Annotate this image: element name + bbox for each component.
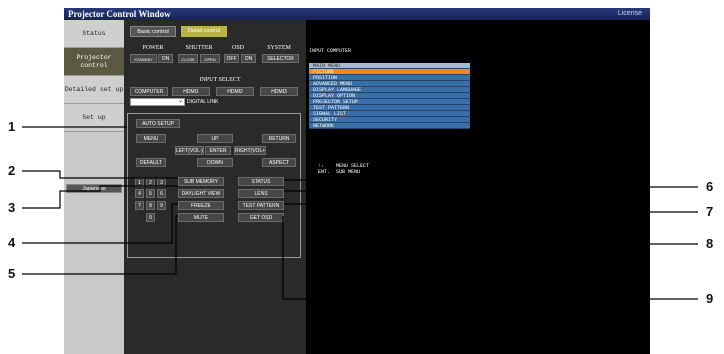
leader-9 [282,216,698,300]
callout-2: 2 [8,163,16,178]
callout-6: 6 [706,179,714,194]
leader-8 [284,203,698,245]
callout-7: 7 [706,204,714,219]
leader-2 [22,170,178,179]
leader-3 [22,185,178,209]
callout-3: 3 [8,200,16,215]
callout-1: 1 [8,119,16,134]
callout-5: 5 [8,266,16,281]
leader-4 [22,203,178,244]
callout-8: 8 [706,236,714,251]
leader-5 [22,215,178,275]
callout-leaders [22,126,698,300]
callout-4: 4 [8,235,16,250]
leader-6 [284,179,698,188]
leader-7 [284,190,698,213]
callout-9: 9 [706,291,714,306]
